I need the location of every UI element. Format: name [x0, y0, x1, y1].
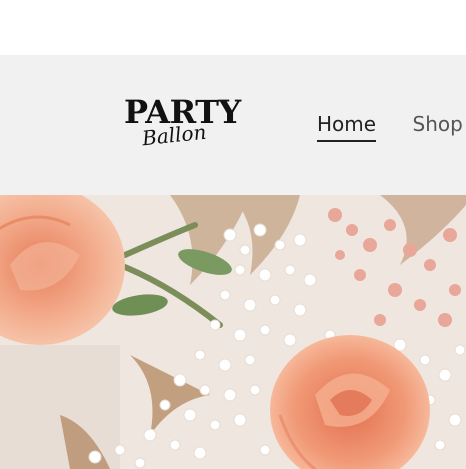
brand-logo[interactable]: PARTY Ballon — [124, 93, 258, 155]
flower-bouquet-illustration — [0, 195, 466, 469]
nav-item-shop[interactable]: Shop L — [413, 112, 466, 136]
site-header: PARTY Ballon Home Shop L — [0, 55, 466, 195]
logo-text-ballon: Ballon — [140, 119, 208, 151]
nav-item-home[interactable]: Home — [317, 112, 376, 136]
hero-image — [0, 195, 466, 469]
main-nav: Home Shop L — [317, 112, 466, 136]
top-white-bar — [0, 0, 466, 55]
